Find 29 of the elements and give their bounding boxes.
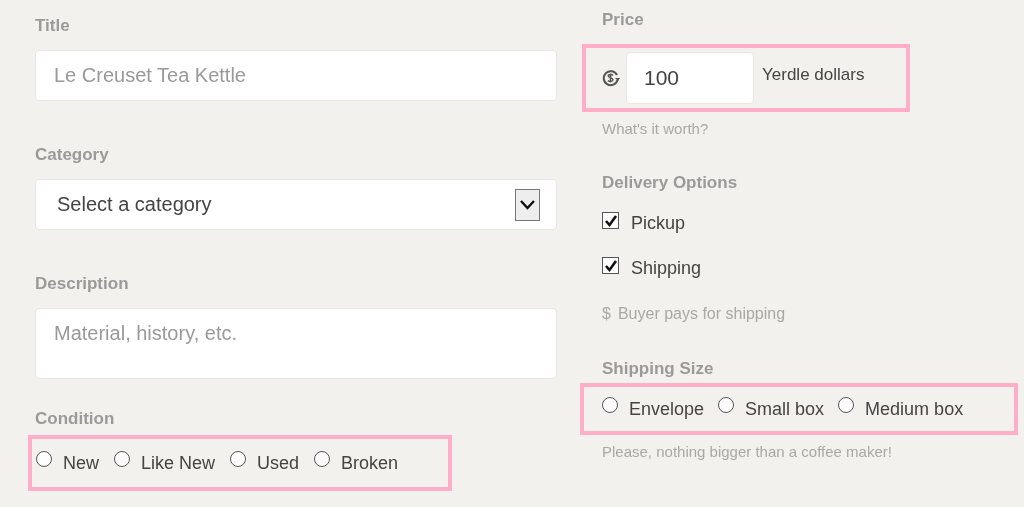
radio-option[interactable]: Used: [230, 452, 300, 474]
category-select[interactable]: Select a category: [35, 179, 557, 230]
unit-label: Yerdle dollars: [762, 65, 865, 85]
radio-option[interactable]: Like New: [114, 452, 216, 474]
note-text: Buyer pays for shipping: [617, 305, 786, 323]
radio-option[interactable]: Small box: [718, 398, 825, 420]
checkbox[interactable]: [602, 212, 619, 229]
radio-option[interactable]: New: [36, 452, 99, 474]
field-label: Delivery Options: [602, 173, 738, 193]
field-label: Condition: [35, 409, 115, 429]
dollar-icon: $: [602, 305, 611, 323]
radio-option[interactable]: Broken: [314, 452, 399, 474]
radio-option[interactable]: Medium box: [838, 398, 964, 420]
coin-icon: [602, 69, 620, 87]
field-label: Shipping Size: [602, 359, 714, 379]
field-label: Description: [35, 274, 129, 294]
price-field[interactable]: 100: [626, 52, 754, 104]
field-label: Title: [35, 16, 70, 36]
radio-option[interactable]: Envelope: [602, 398, 705, 420]
field-label: Price: [602, 10, 644, 30]
checkbox[interactable]: [602, 257, 619, 274]
checkbox-option[interactable]: Pickup: [602, 213, 702, 234]
description-field[interactable]: Material, history, etc.: [35, 308, 557, 379]
checkbox-option[interactable]: Shipping: [602, 258, 702, 279]
caret-icon: [515, 188, 540, 221]
hint-text: What's it worth?: [602, 120, 709, 137]
field-label: Category: [35, 145, 109, 165]
title-field[interactable]: Le Creuset Tea Kettle: [35, 50, 557, 101]
hint-text: Please, nothing bigger than a coffee maker!: [602, 443, 892, 460]
